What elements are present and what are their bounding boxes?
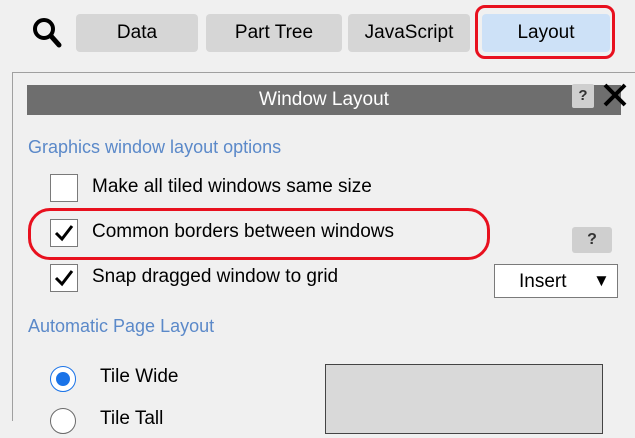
- panel-title: Window Layout: [259, 89, 389, 110]
- radio-label-tile-wide: Tile Wide: [100, 366, 179, 387]
- option-label-snap-grid: Snap dragged window to grid: [92, 266, 339, 287]
- radio-selected-dot: [56, 372, 70, 386]
- top-tab-bar: Data Part Tree JavaScript Layout: [0, 0, 635, 64]
- panel-help-button[interactable]: ?: [572, 84, 594, 108]
- section-graphics-label: Graphics window layout options: [28, 137, 282, 157]
- highlight-ring-common-borders: [28, 208, 490, 260]
- checkbox-snap-grid[interactable]: [50, 264, 78, 292]
- section-auto-label: Automatic Page Layout: [28, 316, 215, 336]
- radio-tile-tall[interactable]: [50, 408, 76, 434]
- radio-label-tile-tall: Tile Tall: [100, 408, 164, 429]
- radio-tile-wide[interactable]: [50, 366, 76, 392]
- checkmark-icon: [54, 270, 74, 287]
- layout-preview: [325, 364, 603, 434]
- checkbox-same-size[interactable]: [50, 174, 78, 202]
- panel-header: Window Layout: [27, 85, 621, 115]
- close-icon: [603, 83, 627, 107]
- search-icon: [33, 18, 62, 48]
- highlight-ring-layout-tab: [475, 5, 615, 59]
- panel-close-button[interactable]: [600, 80, 630, 110]
- dropdown-arrow-icon: ▼: [593, 271, 610, 290]
- snap-mode-dropdown[interactable]: Insert ▼: [494, 264, 618, 298]
- option-label-same-size: Make all tiled windows same size: [92, 176, 372, 197]
- help-button[interactable]: ?: [572, 227, 612, 253]
- tab-data[interactable]: Data: [76, 14, 198, 52]
- tab-part-tree[interactable]: Part Tree: [206, 14, 342, 52]
- dropdown-value: Insert: [519, 271, 567, 292]
- tab-javascript[interactable]: JavaScript: [348, 14, 470, 52]
- search-button[interactable]: [30, 14, 64, 52]
